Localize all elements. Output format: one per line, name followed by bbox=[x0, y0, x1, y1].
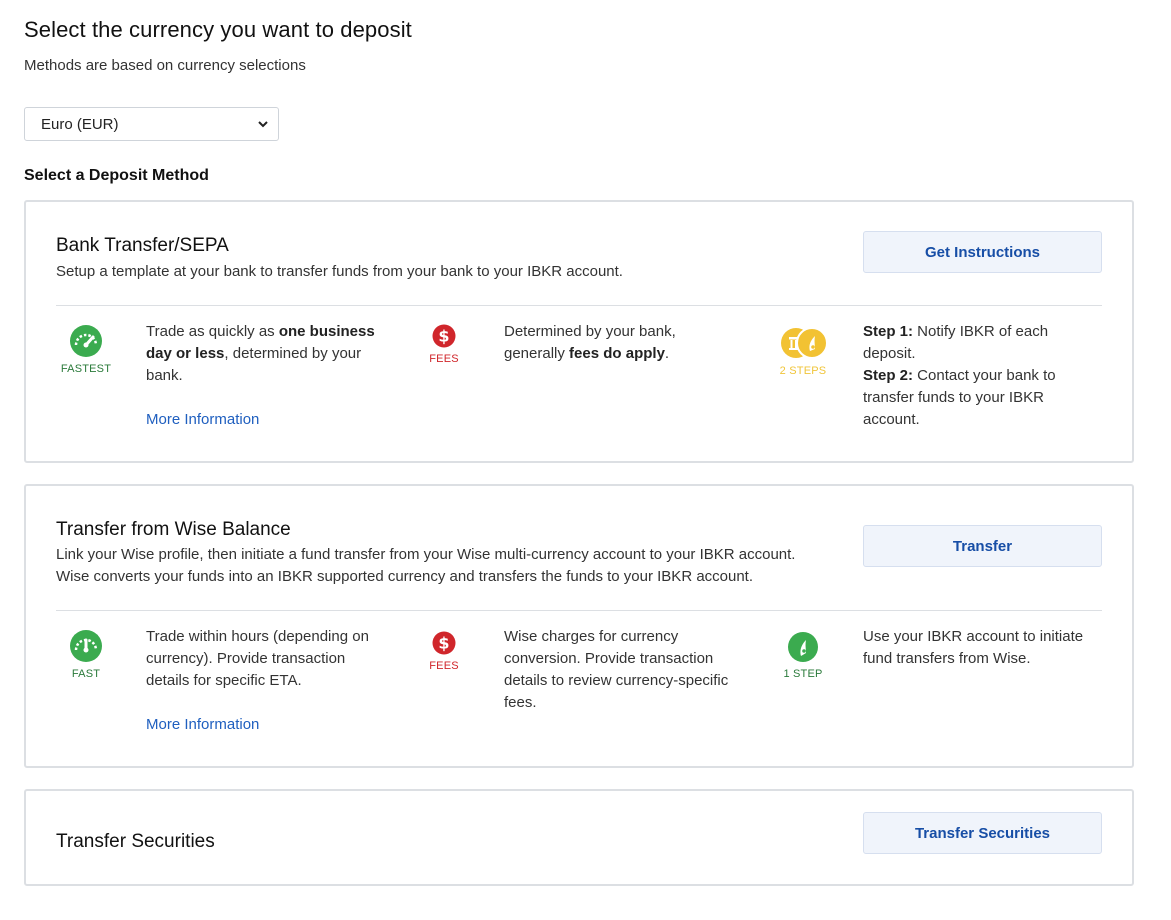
speedometer-icon bbox=[70, 630, 102, 662]
steps-caption: 2 STEPS bbox=[779, 365, 827, 377]
currency-select[interactable]: Euro (EUR) bbox=[24, 107, 279, 141]
card-description: Link your Wise profile, then initiate a … bbox=[56, 546, 796, 585]
steps-icon bbox=[781, 327, 827, 359]
steps-feature: 2 STEPS bbox=[773, 326, 833, 377]
svg-text:$: $ bbox=[438, 634, 449, 653]
deposit-method-card-bank-transfer: Bank Transfer/SEPA Setup a template at y… bbox=[24, 200, 1134, 463]
card-title: Transfer Securities bbox=[56, 831, 215, 852]
more-information-link[interactable]: More Information bbox=[146, 411, 259, 428]
fees-feature: $ FEES bbox=[414, 631, 474, 672]
deposit-method-card-wise: Transfer from Wise Balance Link your Wis… bbox=[24, 484, 1134, 768]
page-title: Select the currency you want to deposit bbox=[24, 17, 412, 42]
chevron-down-icon bbox=[258, 121, 268, 128]
fees-caption: FEES bbox=[429, 353, 459, 365]
deposit-method-card-securities: Transfer Securities Transfer Securities bbox=[24, 789, 1134, 886]
steps-caption: 1 STEP bbox=[783, 668, 823, 680]
fees-caption: FEES bbox=[429, 660, 459, 672]
speedometer-icon bbox=[70, 325, 102, 357]
speed-feature: FASTEST bbox=[56, 324, 116, 375]
fees-feature: $ FEES bbox=[414, 324, 474, 365]
steps-icon bbox=[788, 632, 818, 662]
card-title: Transfer from Wise Balance bbox=[56, 519, 291, 540]
fees-description: Wise charges for currency conversion. Pr… bbox=[504, 628, 729, 711]
speed-caption: FASTEST bbox=[60, 363, 112, 375]
speed-description: Trade within hours (depending on currenc… bbox=[146, 628, 369, 689]
divider bbox=[56, 610, 1102, 611]
transfer-securities-button[interactable]: Transfer Securities bbox=[863, 812, 1102, 854]
dollar-fee-icon: $ bbox=[432, 324, 456, 348]
speed-caption: FAST bbox=[71, 668, 101, 680]
dollar-fee-icon: $ bbox=[432, 631, 456, 655]
svg-text:$: $ bbox=[438, 327, 449, 346]
currency-select-value: Euro (EUR) bbox=[41, 115, 119, 133]
speed-description: Trade as quickly as one business day or … bbox=[146, 323, 375, 384]
steps-feature: 1 STEP bbox=[773, 631, 833, 680]
card-description: Setup a template at your bank to transfe… bbox=[56, 263, 623, 280]
speed-feature: FAST bbox=[56, 629, 116, 680]
steps-description: Step 1: Notify IBKR of each deposit. Ste… bbox=[863, 323, 1056, 428]
card-title: Bank Transfer/SEPA bbox=[56, 235, 229, 256]
transfer-button[interactable]: Transfer bbox=[863, 525, 1102, 567]
more-information-link[interactable]: More Information bbox=[146, 716, 259, 733]
fees-description: Determined by your bank, generally fees … bbox=[504, 323, 676, 362]
get-instructions-button[interactable]: Get Instructions bbox=[863, 231, 1102, 273]
page-subtitle: Methods are based on currency selections bbox=[24, 57, 306, 74]
steps-description: Use your IBKR account to initiate fund t… bbox=[863, 628, 1084, 667]
divider bbox=[56, 305, 1102, 306]
section-label: Select a Deposit Method bbox=[24, 167, 209, 184]
